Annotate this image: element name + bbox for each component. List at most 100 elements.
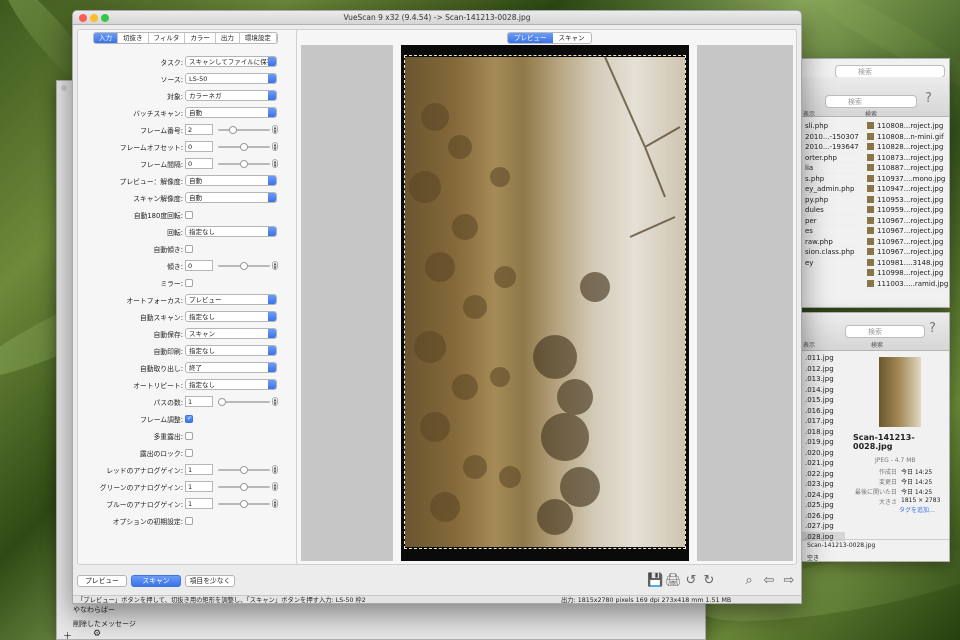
slider-knob[interactable]	[229, 126, 237, 134]
file-list-item[interactable]: s.php	[801, 174, 859, 184]
file-list-item[interactable]: .016.jpg	[801, 406, 845, 416]
print-icon[interactable]: 🖨	[665, 573, 682, 589]
file-list-left[interactable]: sli.php 2010...-150307 2010...-193647 orter…	[801, 121, 859, 268]
file-list-item[interactable]: py.php	[801, 195, 859, 205]
setting-slider[interactable]	[218, 483, 270, 491]
setting-slider[interactable]	[218, 160, 270, 168]
setting-number-field[interactable]: 0	[185, 158, 213, 169]
setting-slider[interactable]	[218, 398, 270, 406]
file-list-item[interactable]: 110959...roject.jpg	[863, 205, 949, 216]
tab-scan[interactable]: スキャン	[553, 33, 591, 43]
setting-slider[interactable]	[218, 500, 270, 508]
file-list-item[interactable]: .027.jpg	[801, 521, 845, 532]
save-icon[interactable]: 💾	[647, 573, 663, 589]
file-list-item[interactable]: .025.jpg	[801, 500, 845, 511]
setting-dropdown[interactable]: プレビュー	[185, 294, 277, 305]
scan-button[interactable]: スキャン	[131, 575, 181, 587]
file-list-item[interactable]: .019.jpg	[801, 437, 845, 448]
setting-slider[interactable]	[218, 143, 270, 151]
add-tag-link[interactable]: タグを追加…	[899, 505, 935, 514]
stepper[interactable]: ▲ ▼	[272, 142, 278, 151]
slider-knob[interactable]	[240, 483, 248, 491]
gear-icon[interactable]: ⚙	[93, 629, 101, 639]
stepper[interactable]: ▲ ▼	[272, 261, 278, 270]
file-list-item[interactable]: .022.jpg	[801, 469, 845, 479]
slider-knob[interactable]	[240, 500, 248, 508]
setting-checkbox[interactable]	[185, 415, 193, 423]
search-input[interactable]: 検索	[825, 95, 917, 108]
file-list-item[interactable]: .026.jpg	[801, 511, 845, 521]
previous-icon[interactable]: ⇦	[761, 573, 777, 589]
setting-dropdown[interactable]: 自動	[185, 192, 277, 203]
tab-1[interactable]: 切抜き	[118, 33, 149, 43]
setting-slider[interactable]	[218, 466, 270, 474]
file-list-item[interactable]: .024.jpg	[801, 490, 845, 500]
setting-dropdown[interactable]: 指定なし	[185, 379, 277, 390]
file-list-item[interactable]: .017.jpg	[801, 416, 845, 427]
stepper[interactable]: ▲ ▼	[272, 465, 278, 474]
setting-checkbox[interactable]	[185, 245, 193, 253]
file-list-item[interactable]: 110953...roject.jpg	[863, 195, 949, 205]
setting-number-field[interactable]: 0	[185, 141, 213, 152]
help-icon[interactable]: ?	[929, 321, 936, 336]
stepper[interactable]: ▲ ▼	[272, 499, 278, 508]
file-list-item[interactable]: .018.jpg	[801, 427, 845, 437]
stepper[interactable]: ▲ ▼	[272, 159, 278, 168]
tab-5[interactable]: 環境設定	[240, 33, 277, 43]
file-list-item[interactable]: 110873...roject.jpg	[863, 153, 949, 163]
setting-dropdown[interactable]: スキャン	[185, 328, 277, 339]
file-list-item[interactable]: 2010...-193647	[801, 142, 859, 153]
zoom-button[interactable]	[101, 14, 109, 22]
file-list-item[interactable]: 110967...roject.jpg	[863, 216, 949, 226]
file-list-item[interactable]: 110967...roject.jpg	[863, 247, 949, 258]
setting-checkbox[interactable]	[185, 279, 193, 287]
minimize-button[interactable]	[90, 14, 98, 22]
setting-dropdown[interactable]: LS-50	[185, 73, 277, 84]
setting-checkbox[interactable]	[185, 517, 193, 525]
file-list-item[interactable]: dules	[801, 205, 859, 216]
tab-3[interactable]: カラー	[185, 33, 216, 43]
file-list-item[interactable]: 110828...roject.jpg	[863, 142, 949, 153]
file-list-item[interactable]: .015.jpg	[801, 395, 845, 406]
file-list-item[interactable]: ey	[801, 258, 859, 268]
help-icon[interactable]: ?	[925, 91, 932, 106]
file-list-item[interactable]: 111003.....ramid.jpg	[863, 279, 949, 289]
crop-box[interactable]	[404, 55, 686, 549]
mailbox-item[interactable]: 削除したメッセージ	[73, 619, 136, 629]
slider-knob[interactable]	[218, 398, 226, 406]
zoom-in-icon[interactable]: ⌕	[741, 573, 757, 589]
tab-2[interactable]: フィルタ	[149, 33, 186, 43]
file-list-item[interactable]: ey_admin.php	[801, 184, 859, 195]
slider-knob[interactable]	[240, 466, 248, 474]
stepper[interactable]: ▲ ▼	[272, 125, 278, 134]
file-list[interactable]: 110808...roject.jpg 110808...n-mini.gif 11…	[863, 121, 949, 289]
slider-knob[interactable]	[240, 262, 248, 270]
rotate-left-icon[interactable]: ↺	[683, 573, 699, 589]
setting-number-field[interactable]: 0	[185, 260, 213, 271]
setting-checkbox[interactable]	[185, 432, 193, 440]
scanned-image-frame[interactable]	[401, 45, 689, 561]
file-list-item[interactable]: .021.jpg	[801, 458, 845, 469]
file-list-item[interactable]: 110967...roject.jpg	[863, 237, 949, 247]
file-list-item[interactable]: 110998...roject.jpg	[863, 268, 949, 279]
setting-checkbox[interactable]	[185, 449, 193, 457]
tab-0[interactable]: 入力	[94, 33, 118, 43]
file-list-item[interactable]: .013.jpg	[801, 374, 845, 385]
file-list-item[interactable]: .014.jpg	[801, 385, 845, 395]
setting-slider[interactable]	[218, 262, 270, 270]
file-list[interactable]: .011.jpg .012.jpg .013.jpg .014.jpg .015.jpg…	[801, 353, 845, 542]
search-input[interactable]: 検索	[845, 325, 925, 338]
setting-dropdown[interactable]: カラーネガ	[185, 90, 277, 101]
add-icon[interactable]: ＋	[63, 629, 72, 639]
file-list-item[interactable]: .011.jpg	[801, 353, 845, 364]
setting-dropdown[interactable]: 指定なし	[185, 345, 277, 356]
file-list-item[interactable]: orter.php	[801, 153, 859, 163]
tab-4[interactable]: 出力	[216, 33, 240, 43]
slider-knob[interactable]	[240, 143, 248, 151]
file-list-item[interactable]: sli.php	[801, 121, 859, 132]
file-list-item[interactable]: .012.jpg	[801, 364, 845, 374]
setting-number-field[interactable]: 1	[185, 481, 213, 492]
file-list-item[interactable]: 110808...n-mini.gif	[863, 132, 949, 142]
file-list-item[interactable]: lia	[801, 163, 859, 174]
setting-checkbox[interactable]	[185, 211, 193, 219]
